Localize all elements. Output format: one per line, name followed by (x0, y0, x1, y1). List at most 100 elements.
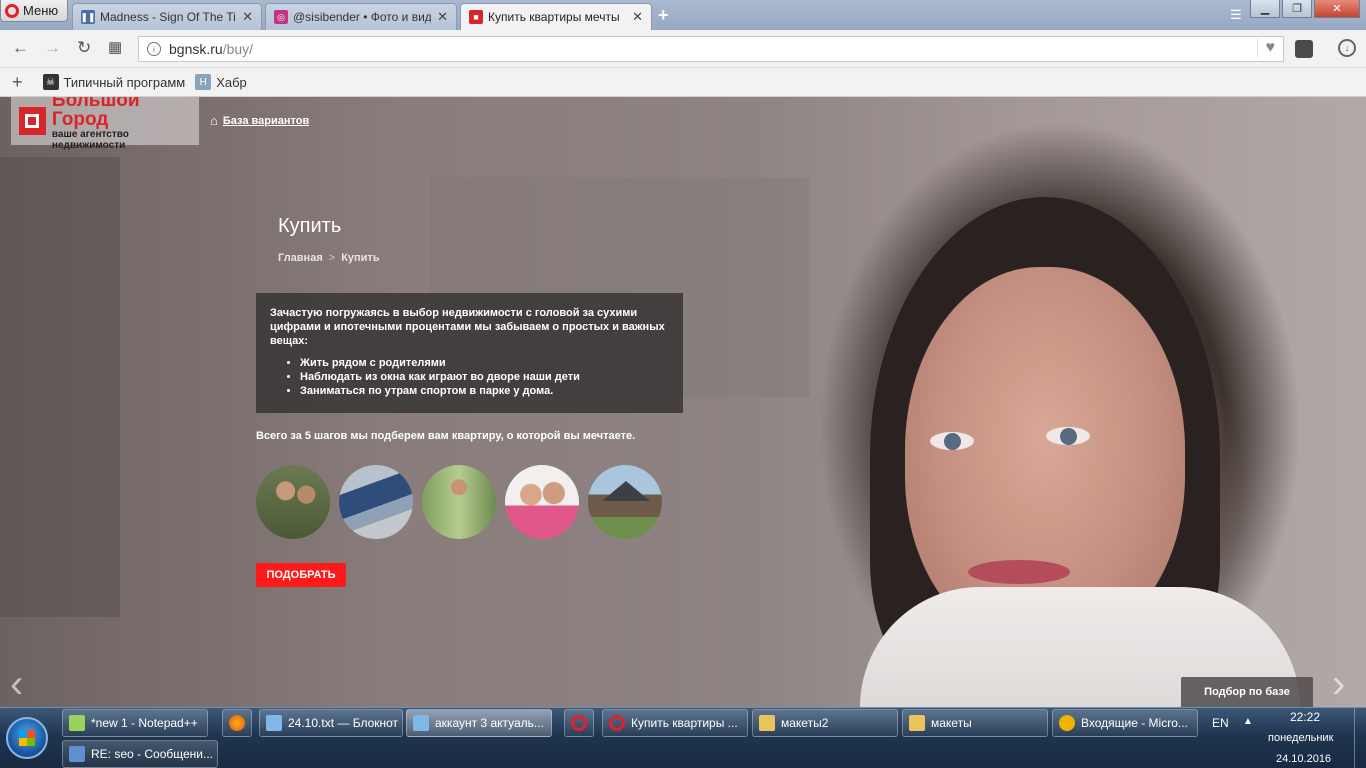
tab-menu-icon[interactable]: ☰ (1230, 7, 1242, 23)
base-link-label: База вариантов (222, 114, 310, 127)
portrait-lips (968, 560, 1070, 584)
start-button[interactable] (6, 717, 48, 759)
url-host: bgnsk.ru (169, 41, 223, 57)
forward-icon[interactable]: → (44, 38, 61, 58)
notepadpp-icon (69, 715, 85, 731)
tab-instagram[interactable]: ◎ @sisibender • Фото и видео ✕ (265, 3, 457, 30)
bookmark-habr[interactable]: H Хабр (195, 74, 247, 90)
logo-title: Большой Город (51, 97, 140, 130)
step-image-family[interactable] (505, 465, 579, 539)
page-hero: Большой Город ваше агентство недвижимост… (0, 97, 1366, 707)
site-logo[interactable]: Большой Город ваше агентство недвижимост… (11, 97, 199, 151)
address-toolbar: ← → ↻ ▦ i bgnsk.ru/buy/ ♥ ↓ (0, 30, 1366, 68)
firefox-icon (229, 715, 245, 731)
site-info-icon[interactable]: i (147, 42, 161, 56)
breadcrumb-current: Купить (341, 252, 380, 264)
bookmark-label: Хабр (216, 74, 247, 90)
tab-madness[interactable]: ❚❚ Madness - Sign Of The Times ✕ (72, 3, 262, 30)
intro-text: Зачастую погружаясь в выбор недвижимости… (270, 307, 665, 347)
portrait-eye (930, 432, 974, 450)
opera-logo-icon (5, 3, 19, 18)
bookmark-heart-icon[interactable]: ♥ (1256, 39, 1275, 57)
mail-message-icon (69, 746, 85, 762)
taskbar-folder-maketi[interactable]: макеты (902, 709, 1048, 737)
tab-close-icon[interactable]: ✕ (437, 9, 448, 25)
slider-prev-icon[interactable]: ‹ (10, 662, 23, 707)
list-item: Жить рядом с родителями (300, 356, 669, 370)
step-image-metro[interactable] (339, 465, 413, 539)
logo-mark-icon (19, 107, 46, 135)
folder-icon (909, 715, 925, 731)
skull-icon: ☠ (42, 74, 59, 90)
back-icon[interactable]: ← (12, 38, 29, 58)
taskbar-seo-message[interactable]: RE: seo - Сообщени... (62, 740, 218, 768)
taskbar-label: *new 1 - Notepad++ (91, 716, 198, 730)
bookmark-typical-programmer[interactable]: ☠ Типичный программ (42, 74, 186, 90)
extension-icon[interactable] (1295, 40, 1313, 58)
clock-time[interactable]: 22:22 (1290, 710, 1320, 724)
step-image-soldiers[interactable] (256, 465, 330, 539)
base-variants-link[interactable]: ⌂ База вариантов (210, 113, 309, 128)
taskbar-folder-maketi2[interactable]: макеты2 (752, 709, 898, 737)
tab-close-icon[interactable]: ✕ (242, 9, 253, 25)
show-desktop-button[interactable] (1354, 708, 1366, 768)
list-item: Заниматься по утрам спортом в парке у до… (300, 384, 669, 398)
tab-title: Madness - Sign Of The Times (100, 10, 236, 24)
notepad-icon (413, 715, 429, 731)
portrait-eye (1046, 427, 1090, 445)
bookmarks-bar: + ☠ Типичный программ H Хабр (0, 68, 1366, 97)
language-indicator[interactable]: EN (1212, 716, 1229, 730)
folder-icon (759, 715, 775, 731)
add-bookmark-icon[interactable]: + (12, 72, 23, 93)
step-image-park[interactable] (422, 465, 496, 539)
clock-date: 24.10.2016 (1276, 753, 1332, 765)
maximize-button[interactable]: ❐ (1282, 0, 1312, 18)
browser-menu-button[interactable]: Меню (0, 0, 68, 22)
new-tab-button[interactable]: + (658, 5, 669, 26)
menu-label: Меню (23, 3, 59, 18)
taskbar-label: аккаунт 3 актуаль... (435, 716, 544, 730)
steps-images (256, 465, 662, 539)
slider-next-icon[interactable]: › (1332, 662, 1345, 707)
background-shape (0, 157, 120, 617)
close-window-button[interactable]: ✕ (1314, 0, 1360, 18)
minimize-button[interactable]: ▁ (1250, 0, 1280, 18)
pick-by-base-button[interactable]: Подбор по базе (1181, 677, 1313, 707)
breadcrumb: Главная > Купить (278, 252, 380, 264)
instagram-icon: ◎ (274, 10, 288, 24)
bookmark-label: Типичный программ (63, 74, 186, 90)
outlook-icon (1059, 715, 1075, 731)
pick-button[interactable]: ПОДОБРАТЬ (256, 563, 346, 587)
taskbar-notepad[interactable]: 24.10.txt — Блокнот (259, 709, 403, 737)
speed-dial-icon[interactable]: ▦ (108, 38, 122, 56)
taskbar-label: Купить квартиры ... (631, 716, 738, 730)
step-image-house[interactable] (588, 465, 662, 539)
page-title: Купить (278, 215, 342, 237)
taskbar-account-doc[interactable]: аккаунт 3 актуаль... (406, 709, 552, 737)
list-item: Наблюдать из окна как играют во дворе на… (300, 370, 669, 384)
taskbar-outlook-inbox[interactable]: Входящие - Micro... (1052, 709, 1198, 737)
taskbar-firefox[interactable] (222, 709, 252, 737)
tab-title: Купить квартиры мечты (488, 10, 620, 24)
taskbar-label: Входящие - Micro... (1081, 716, 1188, 730)
pause-icon: ❚❚ (80, 10, 96, 24)
url-path: /buy/ (222, 41, 254, 57)
tab-close-icon[interactable]: ✕ (632, 9, 643, 25)
taskbar-opera[interactable] (564, 709, 594, 737)
tab-bgnsk-buy[interactable]: ■ Купить квартиры мечты ✕ (460, 3, 652, 30)
bgnsk-icon: ■ (469, 10, 483, 24)
window-controls: ▁ ❐ ✕ (1250, 0, 1360, 18)
reload-icon[interactable]: ↻ (77, 38, 91, 58)
tab-title: @sisibender • Фото и видео (293, 10, 432, 24)
intro-box: Зачастую погружаясь в выбор недвижимости… (256, 293, 683, 413)
taskbar-label: макеты2 (781, 716, 829, 730)
taskbar-opera-buy[interactable]: Купить квартиры ... (602, 709, 748, 737)
home-icon: ⌂ (210, 113, 218, 128)
steps-text: Всего за 5 шагов мы подберем вам квартир… (256, 430, 636, 442)
tray-expand-icon[interactable]: ▲ (1243, 716, 1253, 727)
taskbar-notepadpp[interactable]: *new 1 - Notepad++ (62, 709, 208, 737)
address-field[interactable]: i bgnsk.ru/buy/ ♥ (138, 36, 1284, 62)
windows-taskbar: *new 1 - Notepad++ 24.10.txt — Блокнот а… (0, 707, 1366, 768)
breadcrumb-home[interactable]: Главная (278, 252, 323, 264)
download-icon[interactable]: ↓ (1338, 39, 1356, 57)
